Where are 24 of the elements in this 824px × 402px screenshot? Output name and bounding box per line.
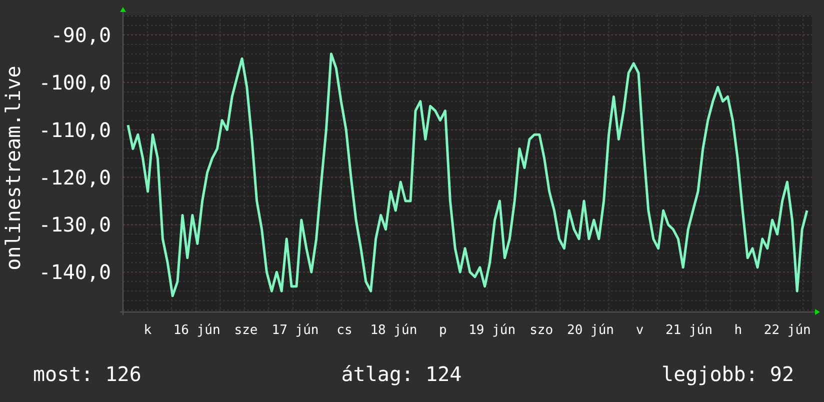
y-tick-label: -90,0 <box>50 22 111 47</box>
x-tick-label: p <box>438 323 447 338</box>
x-tick-label: 18 jún <box>370 323 418 338</box>
x-tick-label: 19 jún <box>468 323 516 338</box>
x-tick-label: 22 jún <box>764 323 811 338</box>
x-tick-label: 17 jún <box>272 323 319 338</box>
y-tick-label: -110,0 <box>38 118 111 142</box>
x-tick-label: v <box>636 323 644 338</box>
x-tick-label: h <box>734 323 742 338</box>
current-value: most: 126 <box>33 362 142 386</box>
y-tick-label: -120,0 <box>38 165 111 190</box>
x-tick-label: 16 jún <box>173 323 220 338</box>
x-tick-label: 20 jún <box>567 323 614 338</box>
y-tick-label: -140,0 <box>38 260 111 284</box>
x-tick-label: k <box>144 323 152 338</box>
y-axis-label: onlinestream.live <box>1 66 25 270</box>
x-tick-label: cs <box>336 323 352 338</box>
y-tick-label: -130,0 <box>38 212 111 237</box>
x-tick-label: sze <box>234 323 258 338</box>
y-tick-label: -100,0 <box>38 70 111 94</box>
best-value: legjobb: 92 <box>662 362 794 386</box>
x-tick-label: szo <box>530 323 554 338</box>
average-value: átlag: 124 <box>341 362 462 386</box>
x-tick-label: 21 jún <box>665 323 712 338</box>
